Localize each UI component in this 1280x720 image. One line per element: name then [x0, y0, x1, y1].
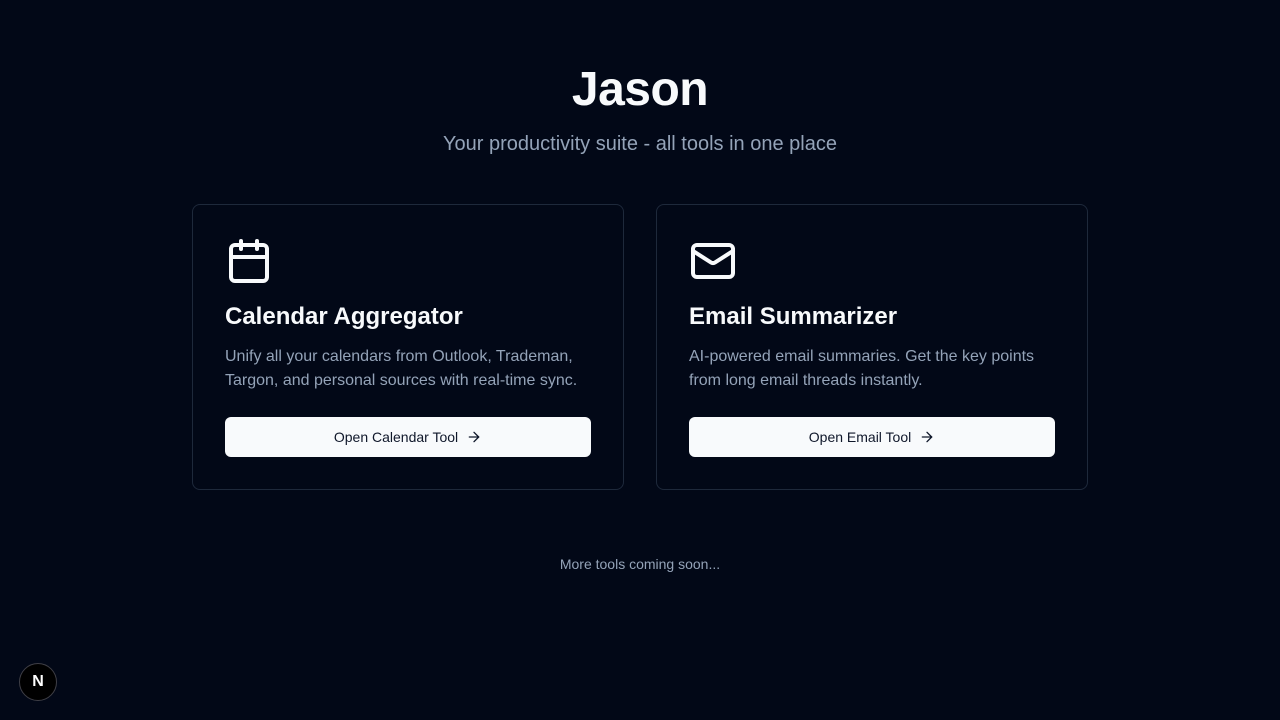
nextjs-dev-badge[interactable]: N	[19, 663, 57, 701]
calendar-card-title: Calendar Aggregator	[225, 303, 463, 330]
open-email-tool-button[interactable]: Open Email Tool	[689, 417, 1055, 457]
page-subtitle: Your productivity suite - all tools in o…	[443, 133, 837, 155]
page: Jason Your productivity suite - all tool…	[0, 0, 1280, 720]
email-card: Email Summarizer AI-powered email summar…	[656, 204, 1088, 490]
email-card-description: AI-powered email summaries. Get the key …	[689, 348, 1035, 389]
arrow-right-icon	[466, 429, 482, 445]
calendar-icon	[225, 237, 273, 285]
hero-header: Jason Your productivity suite - all tool…	[0, 0, 1280, 158]
open-email-tool-label: Open Email Tool	[808, 429, 912, 445]
email-card-title: Email Summarizer	[689, 303, 898, 330]
calendar-card-description: Unify all your calendars from Outlook, T…	[225, 348, 578, 389]
nextjs-icon: N	[32, 673, 44, 690]
open-calendar-tool-label: Open Calendar Tool	[333, 429, 459, 445]
coming-soon-note: More tools coming soon...	[559, 556, 721, 572]
calendar-card: Calendar Aggregator Unify all your calen…	[192, 204, 624, 490]
mail-icon	[689, 237, 737, 285]
tool-cards: Calendar Aggregator Unify all your calen…	[192, 204, 1088, 490]
arrow-right-icon	[919, 429, 935, 445]
open-calendar-tool-button[interactable]: Open Calendar Tool	[225, 417, 591, 457]
page-title: Jason	[571, 63, 709, 116]
